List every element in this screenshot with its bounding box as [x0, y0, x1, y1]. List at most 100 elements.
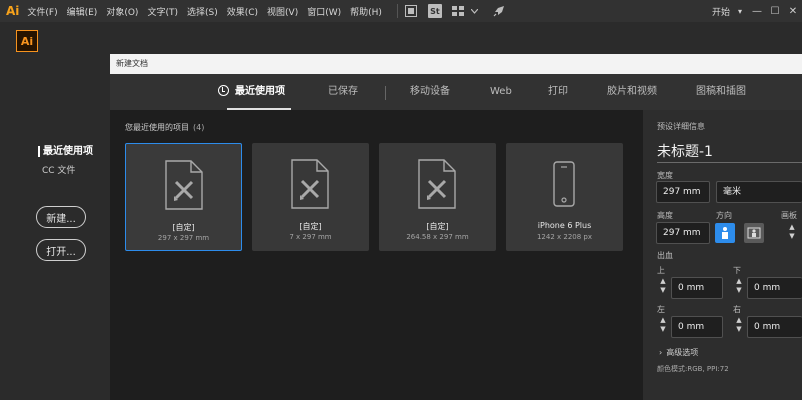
bleed-top-field[interactable]: 0 mm — [671, 277, 723, 299]
arrange-documents-icon[interactable] — [452, 4, 466, 18]
menu-effect[interactable]: 效果(C) — [227, 5, 258, 18]
menu-window[interactable]: 窗口(W) — [307, 5, 341, 18]
units-select[interactable]: 毫米 — [716, 181, 802, 203]
recent-item-card[interactable]: [自定] 297 x 297 mm — [125, 143, 242, 251]
color-mode-info: 颜色模式:RGB, PPI:72 — [657, 365, 729, 373]
bleed-top-stepper[interactable]: ▲ ▼ — [657, 277, 669, 299]
stepper-down-icon[interactable]: ▼ — [786, 232, 798, 241]
advanced-options-label: 高级选项 — [666, 348, 699, 357]
open-button[interactable]: 打开... — [36, 239, 86, 261]
dialog-title: 新建文档 — [110, 54, 802, 74]
name-underline — [657, 162, 802, 163]
tab-recent-label: 最近使用项 — [235, 86, 285, 97]
recent-item-size: 1242 x 2208 px — [536, 233, 593, 241]
menu-edit[interactable]: 编辑(E) — [67, 5, 98, 18]
sidebar-item-recent[interactable]: 最近使用项 — [38, 146, 93, 157]
bleed-right-field[interactable]: 0 mm — [747, 316, 802, 338]
document-pen-icon — [291, 159, 329, 209]
illustrator-logo: Ai — [16, 30, 38, 52]
maximize-button[interactable]: ☐ — [766, 6, 784, 17]
units-value: 毫米 — [723, 187, 742, 197]
tab-recent[interactable]: 最近使用项 — [218, 74, 285, 110]
menu-object[interactable]: 对象(O) — [106, 5, 138, 18]
recent-item-card[interactable]: [自定] 7 x 297 mm — [252, 143, 369, 251]
tab-web[interactable]: Web — [490, 74, 512, 110]
menu-type[interactable]: 文字(T) — [147, 5, 178, 18]
stepper-down-icon[interactable]: ▼ — [657, 325, 669, 334]
phone-icon — [553, 161, 575, 207]
document-name-field[interactable]: 未标题-1 — [657, 141, 713, 161]
close-button[interactable]: ✕ — [784, 6, 802, 17]
recent-item-size: 264.58 x 297 mm — [406, 233, 469, 241]
menu-file[interactable]: 文件(F) — [27, 5, 57, 18]
stepper-up-icon[interactable]: ▲ — [733, 316, 745, 325]
menu-view[interactable]: 视图(V) — [267, 5, 298, 18]
recent-items-header: 您最近使用的项目 (4) — [125, 122, 204, 133]
portrait-orientation-button[interactable] — [715, 223, 735, 243]
bleed-left-field[interactable]: 0 mm — [671, 316, 723, 338]
window-controls: 开始 ▾ — ☐ ✕ — [712, 0, 802, 22]
new-button[interactable]: 新建... — [36, 206, 86, 228]
workspace-dropdown-icon[interactable]: ▾ — [738, 7, 742, 16]
chevron-down-icon[interactable] — [468, 4, 482, 18]
tab-divider — [385, 86, 386, 100]
menu-select[interactable]: 选择(S) — [187, 5, 218, 18]
bleed-bottom-stepper[interactable]: ▲ ▼ — [733, 277, 745, 299]
menu-divider — [396, 4, 398, 18]
start-sidebar — [0, 66, 110, 400]
menu-help[interactable]: 帮助(H) — [350, 5, 382, 18]
clock-icon — [218, 84, 229, 96]
preset-details-panel: 预设详细信息 未标题-1 宽度 297 mm 毫米 高度 297 mm 方向 画… — [643, 110, 802, 400]
stepper-down-icon[interactable]: ▼ — [733, 286, 745, 295]
stepper-down-icon[interactable]: ▼ — [733, 325, 745, 334]
document-pen-icon — [165, 160, 203, 210]
recent-item-name: iPhone 6 Plus — [537, 221, 592, 230]
recent-item-card[interactable]: [自定] 264.58 x 297 mm — [379, 143, 496, 251]
preset-details-title: 预设详细信息 — [657, 122, 705, 131]
stepper-up-icon[interactable]: ▲ — [657, 277, 669, 286]
height-label: 高度 — [657, 211, 673, 220]
artboards-stepper[interactable]: ▲ ▼ — [786, 223, 798, 245]
artboards-label: 画板 — [781, 211, 797, 220]
stepper-up-icon[interactable]: ▲ — [657, 316, 669, 325]
new-document-dialog: 新建文档 最近使用项 已保存 移动设备 Web 打印 胶片和视频 图稿和插图 您… — [110, 54, 802, 400]
orientation-label: 方向 — [716, 211, 732, 220]
width-field[interactable]: 297 mm — [656, 181, 710, 203]
stock-icon[interactable]: St — [427, 4, 442, 18]
tab-print[interactable]: 打印 — [548, 74, 568, 110]
tab-film-video[interactable]: 胶片和视频 — [607, 74, 657, 110]
bleed-bottom-label: 下 — [733, 266, 741, 275]
advanced-options-toggle[interactable]: › 高级选项 — [659, 347, 698, 358]
bleed-bottom-field[interactable]: 0 mm — [747, 277, 802, 299]
recent-items-title: 您最近使用的项目 — [125, 123, 189, 132]
bridge-icon[interactable] — [404, 4, 418, 18]
tab-mobile[interactable]: 移动设备 — [410, 74, 450, 110]
recent-item-name: [自定] — [299, 222, 322, 231]
bleed-left-stepper[interactable]: ▲ ▼ — [657, 316, 669, 338]
recent-item-size: 297 x 297 mm — [157, 234, 210, 242]
width-label: 宽度 — [657, 171, 673, 180]
minimize-button[interactable]: — — [748, 6, 766, 17]
workspace-switcher[interactable]: 开始 — [712, 5, 730, 18]
recent-item-card[interactable]: iPhone 6 Plus 1242 x 2208 px — [506, 143, 623, 251]
landscape-orientation-button[interactable] — [744, 223, 764, 243]
recent-item-name: [自定] — [426, 222, 449, 231]
sidebar-item-cc-files[interactable]: CC 文件 — [42, 163, 75, 176]
stepper-up-icon[interactable]: ▲ — [733, 277, 745, 286]
document-pen-icon — [418, 159, 456, 209]
stepper-up-icon[interactable]: ▲ — [786, 223, 798, 232]
bleed-left-label: 左 — [657, 305, 665, 314]
landscape-icon — [747, 227, 761, 239]
portrait-icon — [722, 227, 728, 239]
tab-art-illustration[interactable]: 图稿和插图 — [696, 74, 746, 110]
bleed-right-stepper[interactable]: ▲ ▼ — [733, 316, 745, 338]
tab-saved[interactable]: 已保存 — [328, 74, 358, 110]
app-mark: Ai — [6, 4, 20, 18]
preset-tabs: 最近使用项 已保存 移动设备 Web 打印 胶片和视频 图稿和插图 — [110, 74, 802, 110]
menu-bar: Ai 文件(F) 编辑(E) 对象(O) 文字(T) 选择(S) 效果(C) 视… — [0, 0, 802, 22]
gpu-rocket-icon[interactable] — [492, 4, 506, 18]
stepper-down-icon[interactable]: ▼ — [657, 286, 669, 295]
recent-item-size: 7 x 297 mm — [289, 233, 332, 241]
bleed-top-label: 上 — [657, 266, 665, 275]
height-field[interactable]: 297 mm — [656, 222, 710, 244]
